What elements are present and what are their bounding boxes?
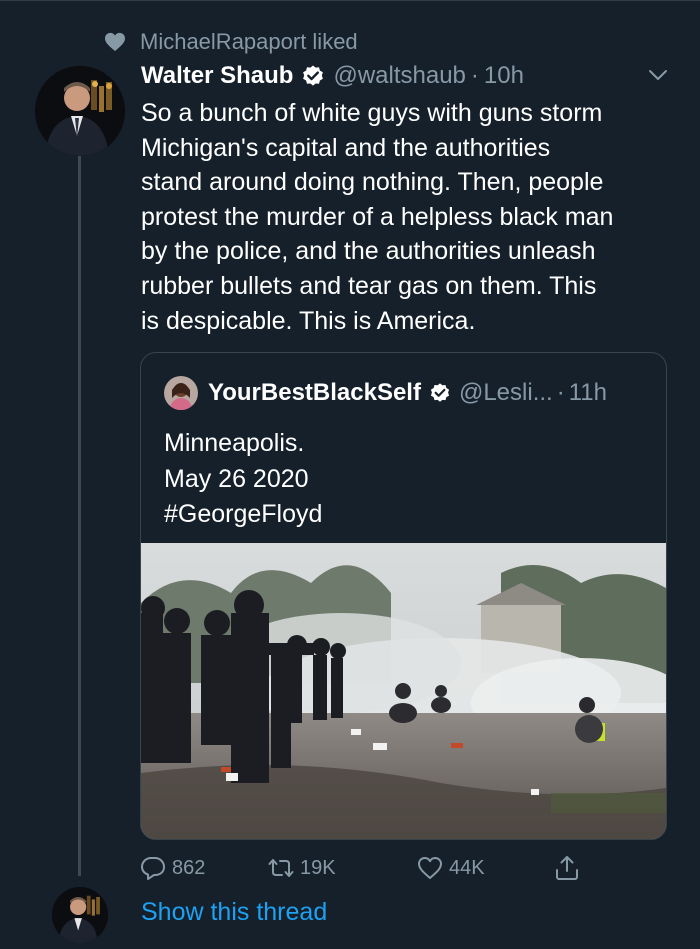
author-name[interactable]: Walter Shaub bbox=[141, 62, 293, 90]
thread-author-avatar[interactable] bbox=[52, 887, 108, 943]
share-icon bbox=[556, 856, 578, 880]
quoted-tweet-timestamp[interactable]: 11h bbox=[569, 379, 607, 407]
separator-dot: · bbox=[470, 62, 479, 89]
tweet-header: Walter Shaub @waltshaub · 10h bbox=[141, 58, 681, 94]
verified-badge-icon bbox=[303, 65, 324, 86]
quoted-tweet-card[interactable]: YourBestBlackSelf @Lesli... · 11h Minnea… bbox=[140, 352, 667, 840]
quoted-tweet-header: YourBestBlackSelf @Lesli... · 11h bbox=[164, 375, 654, 411]
like-count: 44K bbox=[449, 856, 485, 879]
heart-outline-icon bbox=[418, 857, 442, 879]
separator-dot: · bbox=[556, 379, 565, 406]
quoted-author-handle[interactable]: @Lesli... bbox=[459, 379, 553, 407]
retweet-count: 19K bbox=[300, 856, 336, 879]
retweet-button[interactable]: 19K bbox=[268, 852, 336, 884]
top-divider bbox=[0, 0, 700, 1]
thread-connector-line bbox=[78, 156, 81, 876]
social-context[interactable]: MichaelRapaport liked bbox=[104, 27, 358, 57]
tweet-actions-bar: 862 19K 44K bbox=[140, 852, 600, 884]
author-handle[interactable]: @waltshaub bbox=[333, 62, 465, 90]
tweet-body: So a bunch of white guys with guns storm… bbox=[141, 99, 614, 335]
tweet-timestamp[interactable]: 10h bbox=[484, 62, 524, 90]
quoted-tweet-photo[interactable] bbox=[141, 543, 666, 839]
liked-by-text: MichaelRapaport liked bbox=[140, 29, 358, 54]
retweet-icon bbox=[268, 859, 294, 877]
quoted-tweet-body: Minneapolis. May 26 2020 #GeorgeFloyd bbox=[164, 429, 323, 528]
quoted-author-avatar[interactable] bbox=[164, 376, 198, 410]
show-thread-link[interactable]: Show this thread bbox=[141, 898, 327, 927]
reply-button[interactable]: 862 bbox=[140, 852, 205, 884]
author-avatar[interactable] bbox=[35, 66, 125, 156]
reply-icon bbox=[141, 857, 165, 880]
heart-icon bbox=[105, 32, 125, 52]
verified-badge-icon bbox=[430, 383, 450, 402]
like-button[interactable]: 44K bbox=[417, 852, 485, 884]
quoted-author-name[interactable]: YourBestBlackSelf bbox=[208, 379, 421, 407]
reply-count: 862 bbox=[172, 856, 206, 879]
chevron-down-icon[interactable] bbox=[648, 68, 668, 82]
share-button[interactable] bbox=[554, 852, 586, 884]
